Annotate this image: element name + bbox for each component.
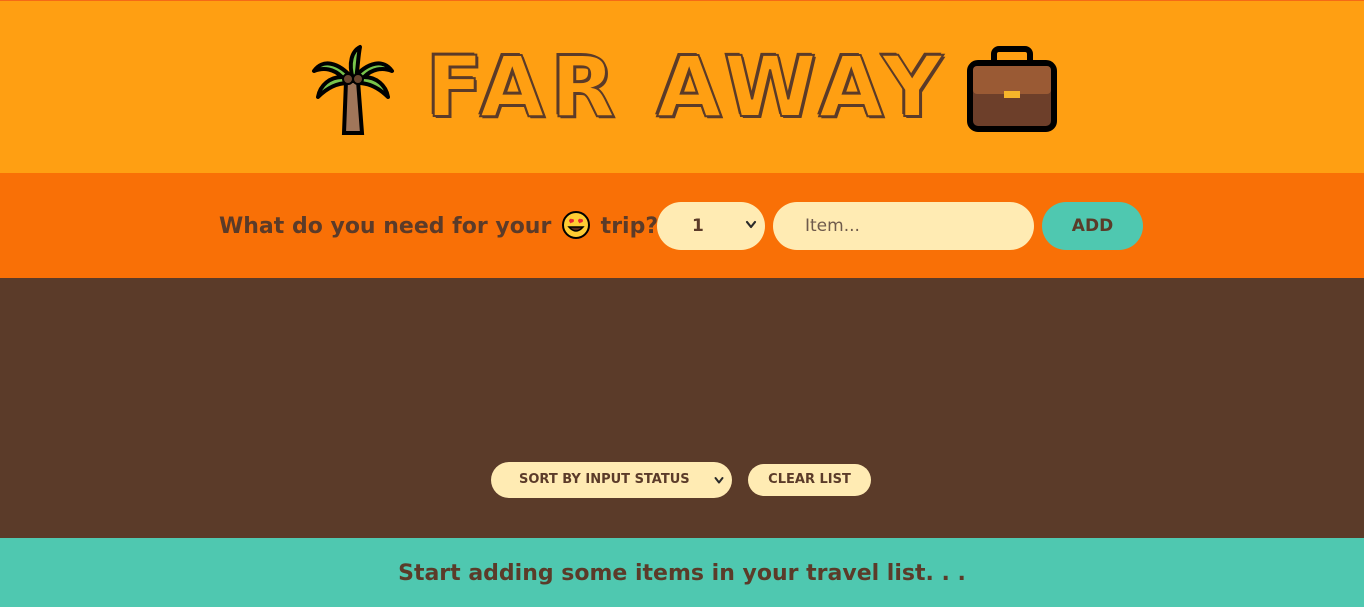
clear-list-button[interactable]: CLEAR LIST [748,464,871,496]
question-text-after: trip? [600,214,659,239]
item-input-placeholder: Item... [805,216,860,236]
app-title: FAR AWAY [425,37,949,137]
heart-eyes-emoji-icon [562,211,590,239]
sort-select[interactable]: SORT BY INPUT STATUS [491,462,732,498]
app-header: FAR AWAY [0,1,1364,173]
chevron-down-icon [745,220,757,229]
item-input[interactable]: Item... [773,202,1034,250]
sort-select-value: SORT BY INPUT STATUS [519,472,690,487]
question-text-before: What do you need for your [219,214,552,239]
add-button[interactable]: ADD [1042,202,1143,250]
form-question: What do you need for your trip? [219,211,658,243]
stats-footer: Start adding some items in your travel l… [0,538,1364,607]
quantity-select[interactable]: 1 [657,202,765,250]
palm-tree-icon [312,45,394,135]
briefcase-icon [967,46,1057,132]
chevron-down-icon [714,477,724,484]
quantity-select-value: 1 [692,216,704,236]
add-item-form: What do you need for your trip? 1 Item..… [0,173,1364,278]
packing-list: SORT BY INPUT STATUS CLEAR LIST [0,278,1364,538]
